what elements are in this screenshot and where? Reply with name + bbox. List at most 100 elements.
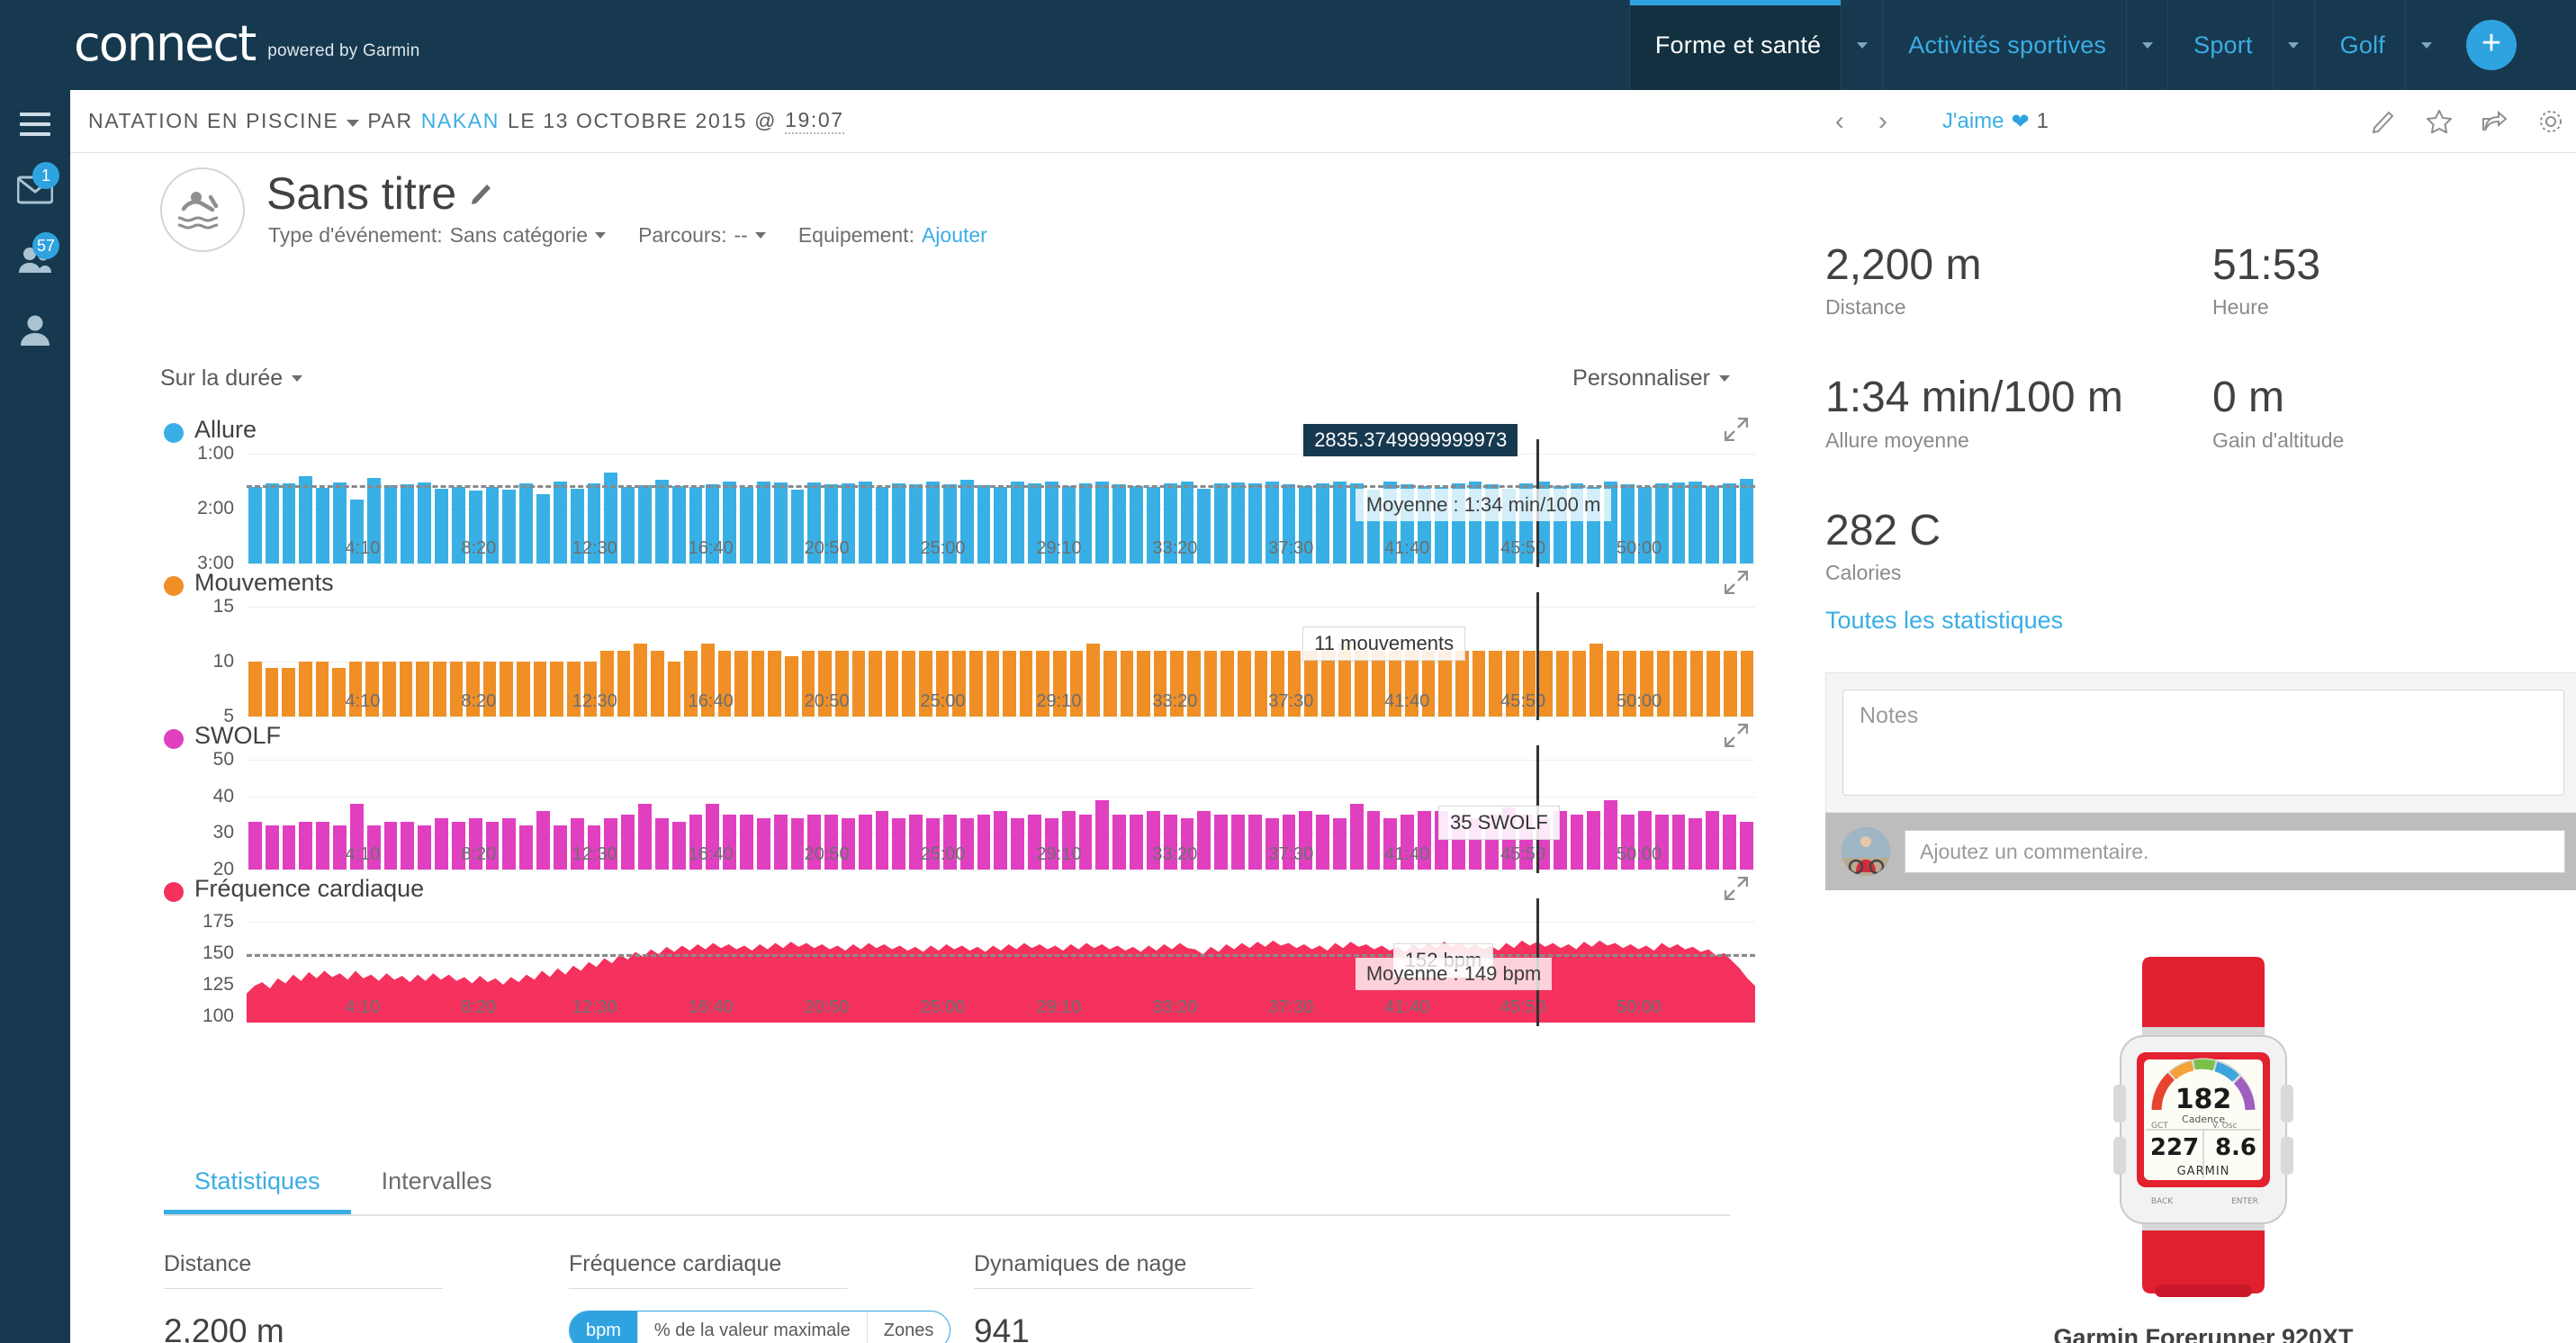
chevron-down-icon — [292, 375, 303, 382]
chart-plot[interactable]: 175 150 125 100 4:10 8:20 12:30 16:40 20:50 25:00… — [164, 898, 1755, 1026]
nav-item-forme-et-sante[interactable]: Forme et santé — [1628, 0, 1842, 90]
course-value: -- — [734, 223, 748, 247]
nav-item-golf[interactable]: Golf — [2313, 0, 2405, 90]
right-summary-panel: 2,200 m Distance 51:53 Heure 1:34 min/10… — [1825, 241, 2576, 1343]
device-name: Garmin Forerunner 920XT — [2053, 1324, 2354, 1343]
chevron-down-icon — [2288, 41, 2300, 49]
stat-value: 2,200 m — [164, 1312, 284, 1343]
expand-icon[interactable] — [1725, 418, 1748, 441]
summary-stat-calories: 282 C Calories — [1825, 506, 2212, 585]
bottom-stat-column-swim-dynamics: Dynamiques de nage 941 Nombre total de m… — [974, 1251, 1379, 1343]
nav-caret-forme-et-sante[interactable] — [1841, 0, 1882, 90]
course-selector[interactable]: Parcours: -- — [638, 223, 766, 248]
all-statistics-link[interactable]: Toutes les statistiques — [1825, 607, 2576, 635]
chart-mouvements: Mouvements 5 10 15 4:10 8:20 12:30 16:40 20:50 25… — [70, 567, 1780, 726]
event-type-selector[interactable]: Type d'événement: Sans catégorie — [268, 223, 607, 248]
nav-item-activites-sportives[interactable]: Activités sportives — [1882, 0, 2126, 90]
plot-area: 4:10 8:20 12:30 16:40 20:50 25:00 29:10 33:20 37… — [247, 423, 1755, 567]
chart-plot[interactable]: 5 10 15 4:10 8:20 12:30 16:40 20:50 25:00 29:10 33… — [164, 592, 1755, 726]
x-axis-tick-label: 50:00 — [1617, 538, 1662, 558]
x-axis-tick-label: 16:40 — [688, 691, 734, 711]
chart-plot[interactable]: 1:00 2:00 3:00 4:10 8:20 12:30 16:40 20:50 25:00… — [164, 423, 1755, 573]
breadcrumb-date: LE 13 OCTOBRE 2015 @ — [507, 109, 778, 132]
chevron-down-icon[interactable] — [347, 119, 360, 127]
x-axis-tick-label: 12:30 — [572, 691, 617, 711]
tab-statistiques[interactable]: Statistiques — [164, 1157, 351, 1214]
chart-xaxis-mode-selector[interactable]: Sur la durée — [160, 365, 303, 392]
brand-logo[interactable]: connect powered by Garmin — [74, 20, 419, 68]
rail-item-profile[interactable] — [0, 295, 70, 365]
main-nav: Forme et santé Activités sportives Sport… — [1628, 0, 2517, 90]
breadcrumb-user[interactable]: NAKAN — [421, 109, 500, 133]
x-axis: 4:10 8:20 12:30 16:40 20:50 25:00 29:10 33:20 37… — [247, 538, 1755, 560]
chart-color-dot — [164, 729, 184, 749]
plot-area: 4:10 8:20 12:30 16:40 20:50 25:00 29:10 33:20 37… — [247, 592, 1755, 720]
comment-input[interactable]: Ajoutez un commentaire. — [1905, 830, 2565, 874]
svg-text:ENTER: ENTER — [2231, 1197, 2258, 1206]
svg-text:8.6: 8.6 — [2215, 1134, 2256, 1161]
customize-charts-selector[interactable]: Personnaliser — [1572, 365, 1730, 392]
chart-plot[interactable]: 50 40 30 20 4:10 8:20 12:30 16:40 20:50 25:00 29:1… — [164, 745, 1755, 879]
chart-fr-quence-cardiaque: Fréquence cardiaque 175 150 125 100 4:10 8:20 1… — [70, 873, 1780, 1026]
tool-icons — [2373, 109, 2563, 134]
average-label: Moyenne : 149 bpm — [1355, 958, 1553, 991]
notes-input[interactable]: Notes — [1842, 690, 2564, 797]
page-title: Sans titre — [266, 167, 494, 220]
breadcrumb-activity-type[interactable]: NATATION EN PISCINE — [88, 109, 338, 133]
chart-color-dot — [164, 423, 184, 443]
share-icon[interactable] — [2482, 111, 2508, 132]
x-axis-tick-label: 20:50 — [804, 844, 850, 864]
x-axis-tick-label: 16:40 — [688, 997, 734, 1017]
segment-bpm[interactable]: bpm — [570, 1311, 638, 1343]
activity-title-text: Sans titre — [266, 168, 457, 219]
chart-header: SWOLF — [70, 720, 1780, 760]
nav-caret-golf[interactable] — [2405, 0, 2446, 90]
y-axis-tick-label: 50 — [212, 749, 234, 770]
x-axis-tick-label: 50:00 — [1617, 997, 1662, 1017]
gear-add-link[interactable]: Ajouter — [922, 223, 987, 248]
pencil-icon[interactable] — [2373, 110, 2396, 133]
tab-intervalles[interactable]: Intervalles — [351, 1157, 523, 1214]
breadcrumb-time[interactable]: 19:07 — [785, 108, 844, 134]
rail-item-inbox[interactable]: 1 — [0, 155, 70, 225]
star-icon[interactable] — [2427, 110, 2452, 133]
summary-value: 51:53 — [2212, 241, 2321, 289]
y-axis: 50 40 30 20 — [164, 749, 241, 879]
edit-title-pencil-icon[interactable] — [471, 182, 494, 205]
prev-activity-button[interactable]: ‹ — [1818, 103, 1861, 140]
average-label: Moyenne : 1:34 min/100 m — [1355, 488, 1612, 521]
user-photo-icon — [1842, 827, 1890, 877]
x-axis-tick-label: 25:00 — [920, 844, 966, 864]
add-button[interactable]: + — [2466, 20, 2517, 70]
menu-hamburger-icon[interactable] — [0, 106, 70, 142]
x-axis-tick-label: 41:40 — [1384, 538, 1430, 558]
summary-value: 282 C — [1825, 506, 1941, 554]
summary-value: 0 m — [2212, 374, 2285, 422]
breadcrumb-row: NATATION EN PISCINE PAR NAKAN LE 13 OCTO… — [70, 90, 2576, 153]
segment-percent-max[interactable]: % de la valeur maximale — [638, 1311, 868, 1343]
like-control[interactable]: J'aime ❤ 1 — [1942, 109, 2049, 135]
rail-item-connections[interactable]: 57 — [0, 225, 70, 295]
x-axis-tick-label: 33:20 — [1152, 997, 1198, 1017]
x-axis-tick-label: 29:10 — [1036, 538, 1082, 558]
segment-zones[interactable]: Zones — [868, 1311, 950, 1343]
nav-caret-activites-sportives[interactable] — [2126, 0, 2167, 90]
x-axis-tick-label: 37:30 — [1268, 844, 1314, 864]
gear-label: Equipement: — [797, 223, 914, 247]
nav-item-sport[interactable]: Sport — [2167, 0, 2273, 90]
gear-icon[interactable] — [2538, 109, 2563, 134]
x-axis-tick-label: 25:00 — [920, 691, 966, 711]
next-activity-button[interactable]: › — [1861, 103, 1905, 140]
expand-icon[interactable] — [1725, 571, 1748, 594]
gear-selector[interactable]: Equipement: Ajouter — [798, 223, 987, 248]
summary-stat-elevation-gain: 0 m Gain d'altitude — [2212, 374, 2576, 452]
nav-caret-sport[interactable] — [2272, 0, 2314, 90]
y-axis-tick-label: 1:00 — [197, 443, 234, 464]
x-axis-tick-label: 33:20 — [1152, 538, 1198, 558]
hover-cursor-line — [1536, 592, 1539, 720]
expand-icon[interactable] — [1725, 877, 1748, 900]
left-rail: 1 57 — [0, 90, 70, 1343]
x-axis-tick-label: 20:50 — [804, 691, 850, 711]
expand-icon[interactable] — [1725, 724, 1748, 747]
y-axis-tick-label: 175 — [202, 910, 234, 932]
